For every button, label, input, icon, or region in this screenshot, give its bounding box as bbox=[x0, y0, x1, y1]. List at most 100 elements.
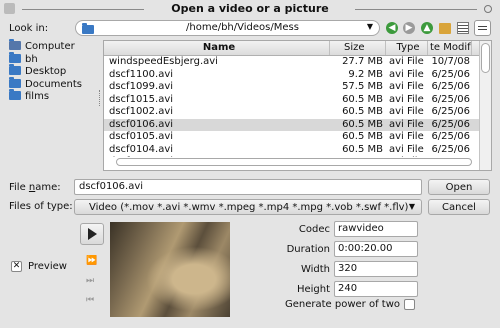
horizontal-scroll-thumb[interactable] bbox=[116, 158, 472, 166]
power-of-two-label: Generate power of two bbox=[285, 299, 401, 310]
file-row[interactable]: dscf1100.avi 9.2 MB avi File 6/25/06 bbox=[104, 69, 491, 82]
file-list-header: Name Size Type te Modif bbox=[104, 41, 491, 56]
path-combobox[interactable]: /home/bh/Videos/Mess ▼ bbox=[75, 20, 380, 36]
file-size-cell: 60.5 MB bbox=[342, 143, 383, 155]
file-row[interactable]: windspeedEsbjerg.avi 27.7 MB avi File 10/7/… bbox=[104, 56, 491, 69]
list-view-icon[interactable] bbox=[457, 22, 469, 34]
width-label: Width bbox=[300, 264, 330, 275]
path-value: /home/bh/Videos/Mess bbox=[186, 22, 299, 33]
file-size-cell: 27.7 MB bbox=[342, 56, 383, 67]
place-films[interactable]: films bbox=[9, 89, 97, 104]
file-date-cell: 6/25/06 bbox=[431, 106, 470, 117]
file-name-input[interactable]: dscf0106.avi bbox=[74, 179, 422, 195]
codec-field: rawvideo bbox=[334, 221, 418, 237]
place-desktop[interactable]: Desktop bbox=[9, 64, 97, 79]
file-row[interactable]: dscf1002.avi 60.5 MB avi File 6/25/06 bbox=[104, 106, 491, 119]
column-header-type[interactable]: Type bbox=[386, 41, 428, 55]
file-type-cell: avi File bbox=[389, 56, 424, 67]
window-title: Open a video or a picture bbox=[171, 2, 329, 15]
file-row[interactable]: dscf0106.avi 60.5 MB avi File 6/25/06 bbox=[104, 118, 491, 131]
folder-icon bbox=[9, 89, 21, 100]
file-type-cell: avi File bbox=[389, 81, 424, 92]
cancel-button[interactable]: Cancel bbox=[428, 199, 490, 215]
fast-forward-icon[interactable]: ⏩ bbox=[86, 256, 97, 266]
preview-label: Preview bbox=[28, 261, 67, 272]
files-of-type-label: Files of type: bbox=[9, 201, 73, 212]
file-row[interactable]: dscf0105.avi 60.5 MB avi File 6/25/06 bbox=[104, 131, 491, 144]
height-field: 240 bbox=[334, 281, 418, 297]
file-size-cell: 9.2 MB bbox=[348, 68, 383, 80]
file-row[interactable]: dscf0103.avi60.5 MBavi File6/25/06 bbox=[104, 156, 491, 157]
file-list[interactable]: Name Size Type te Modif windspeedEsbjerg… bbox=[103, 40, 492, 171]
chevron-down-icon: ▼ bbox=[408, 202, 415, 211]
up-icon[interactable]: ▲ bbox=[421, 22, 433, 34]
file-type-cell: avi File bbox=[389, 143, 424, 155]
forward-icon[interactable]: ▶ bbox=[403, 22, 415, 34]
open-button[interactable]: Open bbox=[428, 179, 490, 195]
file-row[interactable]: dscf0104.avi 60.5 MB avi File 6/25/06 bbox=[104, 144, 491, 157]
file-type-cell: avi File bbox=[386, 156, 428, 157]
vertical-scrollbar[interactable] bbox=[479, 41, 491, 170]
file-date-cell: 6/25/06 bbox=[428, 156, 472, 157]
place-computer[interactable]: Computer bbox=[9, 39, 97, 54]
file-row[interactable]: dscf1099.avi 57.5 MB avi File 6/25/06 bbox=[104, 81, 491, 94]
file-rows: windspeedEsbjerg.avi 27.7 MB avi File 10/7/… bbox=[104, 56, 491, 157]
file-date-cell: 6/25/06 bbox=[431, 93, 470, 105]
file-name-cell: dscf1015.avi bbox=[109, 93, 174, 105]
window-menu-icon[interactable] bbox=[484, 5, 492, 13]
new-folder-icon[interactable] bbox=[439, 23, 451, 34]
file-size-cell: 60.5 MB bbox=[342, 131, 383, 142]
file-size-cell: 60.5 MB bbox=[330, 156, 386, 157]
duration-field: 0:00:20.00 bbox=[334, 241, 418, 257]
file-name-cell: dscf0103.avi bbox=[104, 156, 330, 157]
vertical-scroll-thumb[interactable] bbox=[481, 43, 490, 73]
splitter-handle[interactable] bbox=[99, 90, 102, 106]
preview-checkbox[interactable]: ✕ bbox=[11, 261, 22, 272]
file-type-cell: avi File bbox=[389, 68, 424, 80]
look-in-label: Look in: bbox=[9, 23, 49, 34]
back-icon[interactable]: ◀ bbox=[386, 22, 398, 34]
file-name-cell: windspeedEsbjerg.avi bbox=[109, 56, 218, 67]
file-name-cell: dscf1100.avi bbox=[109, 68, 174, 80]
detail-view-icon[interactable] bbox=[474, 20, 491, 36]
column-header-size[interactable]: Size bbox=[330, 41, 386, 55]
play-button[interactable] bbox=[80, 223, 104, 245]
file-name-cell: dscf0104.avi bbox=[109, 143, 174, 155]
folder-icon bbox=[9, 64, 21, 75]
place-bh[interactable]: bh bbox=[9, 51, 97, 67]
power-of-two-checkbox[interactable] bbox=[404, 299, 415, 310]
skip-back-icon[interactable]: ⏮ bbox=[86, 295, 94, 305]
file-size-cell: 60.5 MB bbox=[342, 93, 383, 105]
file-size-cell: 60.5 MB bbox=[342, 106, 383, 117]
file-size-cell: 57.5 MB bbox=[342, 81, 383, 92]
title-bar: Open a video or a picture bbox=[0, 0, 500, 18]
file-date-cell: 6/25/06 bbox=[431, 81, 470, 92]
codec-label: Codec bbox=[298, 224, 330, 235]
file-type-cell: avi File bbox=[389, 131, 424, 142]
file-name-cell: dscf1002.avi bbox=[109, 106, 174, 117]
folder-icon bbox=[82, 23, 94, 34]
chevron-down-icon: ▼ bbox=[366, 22, 373, 31]
duration-label: Duration bbox=[286, 244, 330, 255]
skip-forward-icon[interactable]: ⏭ bbox=[86, 276, 94, 286]
file-name-cell: dscf1099.avi bbox=[109, 81, 174, 92]
height-label: Height bbox=[296, 284, 330, 295]
computer-icon bbox=[9, 39, 21, 50]
file-date-cell: 6/25/06 bbox=[431, 118, 470, 130]
file-type-cell: avi File bbox=[389, 118, 424, 130]
file-date-cell: 10/7/08 bbox=[431, 56, 470, 67]
column-header-name[interactable]: Name bbox=[104, 41, 330, 55]
file-name-label: File name: bbox=[9, 182, 61, 193]
folder-icon bbox=[9, 51, 21, 63]
file-type-cell: avi File bbox=[389, 106, 424, 117]
place-documents[interactable]: Documents bbox=[9, 76, 97, 92]
video-thumbnail bbox=[110, 222, 230, 317]
horizontal-scrollbar[interactable] bbox=[116, 158, 472, 166]
file-name-cell: dscf0106.avi bbox=[109, 118, 174, 130]
file-row[interactable]: dscf1015.avi 60.5 MB avi File 6/25/06 bbox=[104, 94, 491, 107]
places-sidebar: Computer bh Desktop Documents films bbox=[9, 39, 97, 161]
files-of-type-select[interactable]: Video (*.mov *.avi *.wmv *.mpeg *.mp4 *.… bbox=[74, 199, 422, 215]
file-name-cell: dscf0105.avi bbox=[109, 131, 174, 142]
column-header-date[interactable]: te Modif bbox=[428, 41, 472, 55]
file-date-cell: 6/25/06 bbox=[431, 68, 470, 80]
